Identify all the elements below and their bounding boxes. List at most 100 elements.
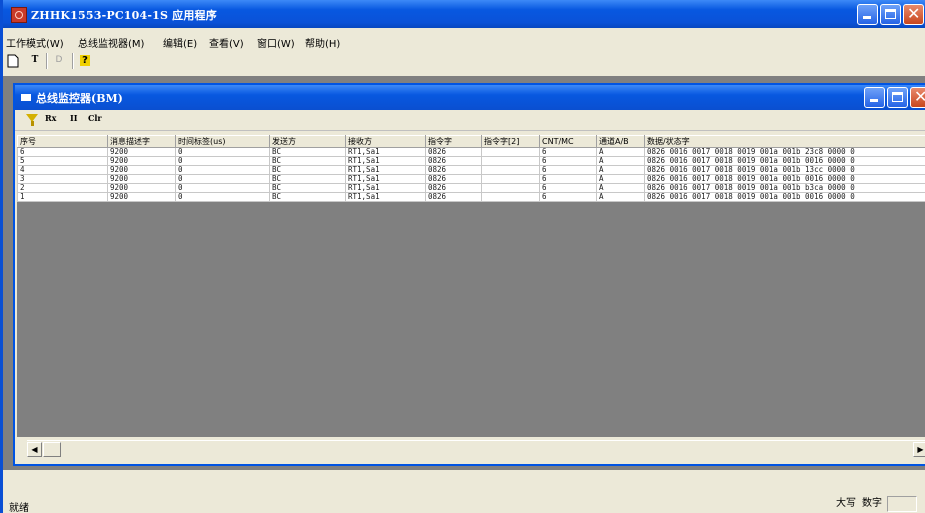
app-titlebar[interactable]: ZHHK1553-PC104-1S 应用程序 ✕ <box>3 0 925 28</box>
table-cell: 9200 <box>107 174 176 184</box>
table-cell: 6 <box>539 192 597 202</box>
table-cell: RT1,Sa1 <box>345 165 426 175</box>
filter-icon-stem <box>31 121 34 126</box>
table-cell: 9200 <box>107 147 176 157</box>
menubar: 工作模式(W) 总线监视器(M) 编辑(E) 查看(V) 窗口(W) 帮助(H) <box>3 33 925 50</box>
pause-button[interactable]: II <box>70 113 77 123</box>
child-maximize-button[interactable] <box>887 87 908 108</box>
message-list[interactable]: 序号 消息描述字 时间标签(us) 发送方 接收方 指令字 指令字[2] CNT/MC 通道A/… <box>17 135 925 437</box>
table-cell: A <box>596 183 645 193</box>
table-cell <box>481 183 540 193</box>
close-button[interactable]: ✕ <box>903 4 924 25</box>
table-cell: 9200 <box>107 183 176 193</box>
table-cell: 0826 <box>425 183 482 193</box>
status-scroll-indicator <box>887 496 917 512</box>
scroll-right-button[interactable]: ▶ <box>913 442 925 457</box>
help-button[interactable]: ? <box>77 52 93 69</box>
column-header[interactable]: 消息描述字 <box>107 135 176 148</box>
rx-button[interactable]: Rx <box>45 113 56 123</box>
table-cell: 0826 0016 0017 0018 0019 001a 001b 0016 … <box>644 156 925 166</box>
new-doc-icon <box>7 54 19 68</box>
table-row[interactable]: 4 9200 0 BC RT1,Sa1 0826 6 A 0826 0016 0017 0018… <box>17 165 925 175</box>
t-button[interactable]: T <box>27 52 43 69</box>
table-cell <box>481 174 540 184</box>
table-row[interactable]: 6 9200 0 BC RT1,Sa1 0826 6 A 0826 0016 0017 0018… <box>17 147 925 157</box>
table-cell: 6 <box>17 147 108 157</box>
table-cell: 6 <box>539 147 597 157</box>
table-row[interactable]: 2 9200 0 BC RT1,Sa1 0826 6 A 0826 0016 0017 0018… <box>17 183 925 193</box>
table-cell: 0 <box>175 192 270 202</box>
monitor-toolbar: Rx II Clr <box>15 110 925 131</box>
maximize-icon <box>892 92 903 102</box>
column-header[interactable]: 时间标签(us) <box>175 135 270 148</box>
table-row[interactable]: 5 9200 0 BC RT1,Sa1 0826 6 A 0826 0016 0017 0018… <box>17 156 925 166</box>
horizontal-scrollbar[interactable]: ◀ ▶ <box>27 440 925 458</box>
menu-help[interactable]: 帮助(H) <box>305 35 340 50</box>
maximize-button[interactable] <box>880 4 901 25</box>
table-cell: 0 <box>175 174 270 184</box>
minimize-icon <box>870 99 878 102</box>
table-cell: 0 <box>175 183 270 193</box>
column-header[interactable]: 指令字[2] <box>481 135 540 148</box>
d-button[interactable]: D <box>51 52 67 69</box>
table-cell: 0 <box>175 156 270 166</box>
column-header[interactable]: CNT/MC <box>539 135 597 148</box>
table-cell: BC <box>269 156 346 166</box>
status-num: 数字 <box>862 498 882 509</box>
status-ready: 就绪 <box>9 503 29 513</box>
table-cell: 2 <box>17 183 108 193</box>
table-cell: 6 <box>539 174 597 184</box>
table-cell: A <box>596 147 645 157</box>
table-cell: 0826 0016 0017 0018 0019 001a 001b 13cc … <box>644 165 925 175</box>
menu-bus-monitor[interactable]: 总线监视器(M) <box>78 35 144 50</box>
scroll-right-icon: ▶ <box>917 445 924 454</box>
table-cell: BC <box>269 174 346 184</box>
child-titlebar[interactable]: 总线监控器(BM) ✕ <box>15 85 925 110</box>
table-cell: 0826 0016 0017 0018 0019 001a 001b 0016 … <box>644 174 925 184</box>
table-cell: A <box>596 156 645 166</box>
table-cell: 0826 0016 0017 0018 0019 001a 001b b3ca … <box>644 183 925 193</box>
table-cell: RT1,Sa1 <box>345 183 426 193</box>
table-cell: A <box>596 174 645 184</box>
child-minimize-button[interactable] <box>864 87 885 108</box>
app-title: ZHHK1553-PC104-1S 应用程序 <box>31 9 217 22</box>
table-cell: 0 <box>175 165 270 175</box>
close-icon: ✕ <box>907 4 921 23</box>
menu-edit[interactable]: 编辑(E) <box>163 35 197 50</box>
app-icon[interactable] <box>11 7 27 23</box>
new-button[interactable] <box>5 52 21 69</box>
scroll-thumb[interactable] <box>43 442 61 457</box>
table-cell: 0826 <box>425 174 482 184</box>
statusbar: 就绪 大写 数字 <box>3 494 925 513</box>
child-close-button[interactable]: ✕ <box>910 87 925 108</box>
column-header[interactable]: 指令字 <box>425 135 482 148</box>
table-row[interactable]: 1 9200 0 BC RT1,Sa1 0826 6 A 0826 0016 0017 0018… <box>17 192 925 202</box>
table-cell: RT1,Sa1 <box>345 156 426 166</box>
toolbar-separator <box>46 53 48 69</box>
minimize-button[interactable] <box>857 4 878 25</box>
clear-button[interactable]: Clr <box>88 113 102 123</box>
column-header[interactable]: 发送方 <box>269 135 346 148</box>
menu-window[interactable]: 窗口(W) <box>257 35 295 50</box>
table-row[interactable]: 3 9200 0 BC RT1,Sa1 0826 6 A 0826 0016 0017 0018… <box>17 174 925 184</box>
scroll-left-button[interactable]: ◀ <box>27 442 42 457</box>
menu-work-mode[interactable]: 工作模式(W) <box>6 35 64 50</box>
table-cell: RT1,Sa1 <box>345 147 426 157</box>
maximize-icon <box>885 9 896 19</box>
table-cell: 0 <box>175 147 270 157</box>
table-cell: 9200 <box>107 192 176 202</box>
column-header[interactable]: 序号 <box>17 135 108 148</box>
table-header: 序号 消息描述字 时间标签(us) 发送方 接收方 指令字 指令字[2] CNT/MC 通道A/… <box>17 135 925 148</box>
table-cell: RT1,Sa1 <box>345 174 426 184</box>
main-toolbar: T D ? <box>3 50 925 72</box>
toolbar-separator <box>72 53 74 69</box>
column-header[interactable]: 通道A/B <box>596 135 645 148</box>
table-cell: BC <box>269 192 346 202</box>
menu-view[interactable]: 查看(V) <box>209 35 244 50</box>
column-header[interactable]: 接收方 <box>345 135 426 148</box>
column-header[interactable]: 数据/状态字 <box>644 135 925 148</box>
close-icon: ✕ <box>914 86 925 107</box>
window-icon <box>21 94 31 101</box>
table-cell: 9200 <box>107 165 176 175</box>
table-cell: BC <box>269 165 346 175</box>
